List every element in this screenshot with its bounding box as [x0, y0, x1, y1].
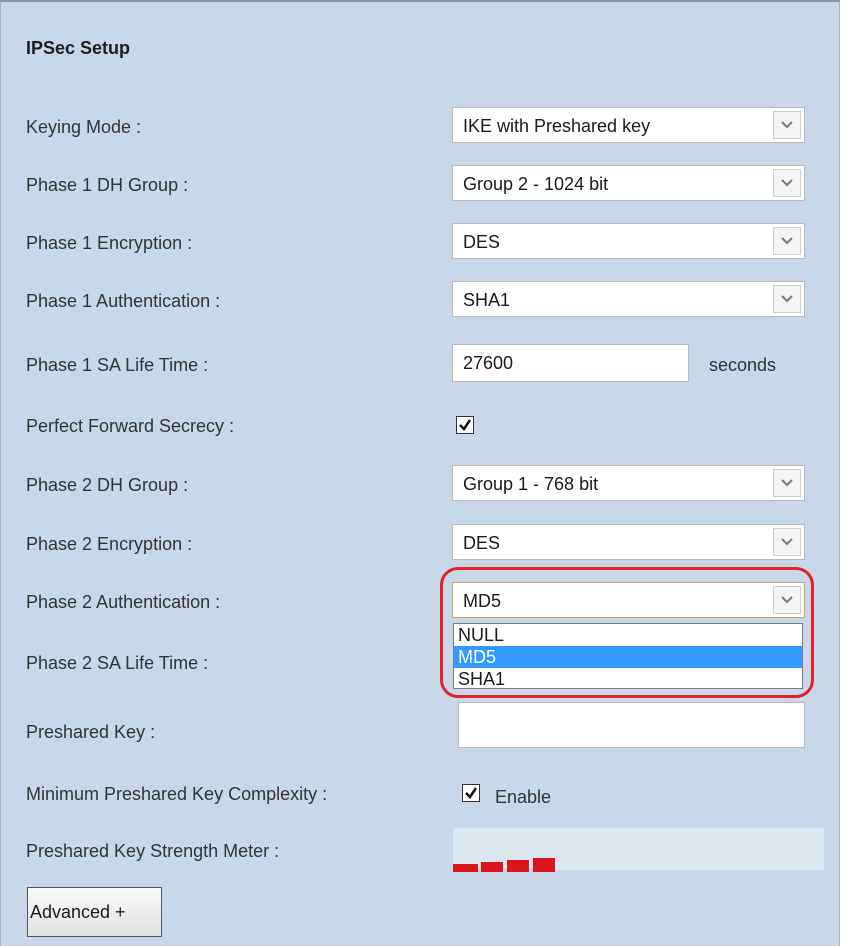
meter-segment-1	[453, 864, 478, 872]
chevron-down-icon[interactable]	[773, 285, 801, 313]
phase1-authentication-select[interactable]: SHA1	[452, 281, 805, 317]
phase1-dh-group-label: Phase 1 DH Group :	[26, 175, 189, 195]
phase1-authentication-value: SHA1	[463, 290, 511, 310]
phase1-sa-life-time-value: 27600	[463, 353, 514, 373]
chevron-down-icon[interactable]	[773, 111, 801, 139]
pfs-label: Perfect Forward Secrecy :	[26, 416, 235, 436]
phase1-dh-group-select[interactable]: Group 2 - 1024 bit	[452, 165, 805, 201]
phase1-encryption-label: Phase 1 Encryption :	[26, 233, 193, 253]
phase1-encryption-value: DES	[463, 232, 501, 252]
keying-mode-select[interactable]: IKE with Preshared key	[452, 107, 805, 143]
phase2-encryption-value: DES	[463, 533, 501, 553]
phase1-dh-group-value: Group 2 - 1024 bit	[463, 174, 609, 194]
phase2-authentication-label: Phase 2 Authentication :	[26, 592, 221, 612]
phase1-authentication-label: Phase 1 Authentication :	[26, 291, 221, 311]
meter-segment-2	[481, 862, 503, 872]
check-icon	[459, 419, 472, 431]
phase2-authentication-options: NULL MD5 SHA1	[453, 623, 803, 689]
chevron-down-icon[interactable]	[773, 528, 801, 556]
phase1-encryption-select[interactable]: DES	[452, 223, 805, 259]
phase2-dh-group-label: Phase 2 DH Group :	[26, 475, 189, 495]
min-complexity-checkbox[interactable]	[462, 784, 480, 802]
phase2-dh-group-value: Group 1 - 768 bit	[463, 474, 599, 494]
chevron-down-icon[interactable]	[773, 586, 801, 614]
enable-label: Enable	[495, 787, 552, 807]
check-icon	[465, 787, 478, 799]
preshared-key-input[interactable]	[458, 702, 805, 748]
phase2-authentication-select[interactable]: MD5	[452, 582, 805, 618]
option-sha1[interactable]: SHA1	[454, 668, 802, 690]
min-complexity-label: Minimum Preshared Key Complexity :	[26, 784, 328, 804]
phase1-sa-life-time-input[interactable]: 27600	[452, 344, 689, 382]
section-title: IPSec Setup	[26, 38, 131, 58]
phase2-encryption-select[interactable]: DES	[452, 524, 805, 560]
keying-mode-label: Keying Mode :	[26, 117, 142, 137]
phase1-sa-life-time-label: Phase 1 SA Life Time :	[26, 355, 209, 375]
phase2-sa-life-time-label: Phase 2 SA Life Time :	[26, 653, 209, 673]
chevron-down-icon[interactable]	[773, 227, 801, 255]
meter-segment-3	[507, 860, 529, 872]
phase2-encryption-label: Phase 2 Encryption :	[26, 534, 193, 554]
preshared-key-label: Preshared Key :	[26, 722, 156, 742]
phase2-authentication-value: MD5	[463, 591, 502, 611]
chevron-down-icon[interactable]	[773, 169, 801, 197]
phase2-dh-group-select[interactable]: Group 1 - 768 bit	[452, 465, 805, 501]
ipsec-setup-panel: IPSec Setup Keying Mode : IKE with Presh…	[0, 0, 840, 946]
strength-meter	[453, 828, 824, 872]
chevron-down-icon[interactable]	[773, 469, 801, 497]
keying-mode-value: IKE with Preshared key	[463, 116, 651, 136]
advanced-button[interactable]: Advanced +	[27, 887, 162, 937]
strength-meter-label: Preshared Key Strength Meter :	[26, 841, 280, 861]
pfs-checkbox[interactable]	[456, 416, 474, 434]
option-md5[interactable]: MD5	[454, 646, 802, 668]
meter-segment-4	[533, 858, 555, 872]
seconds-unit-label: seconds	[709, 355, 777, 375]
option-null[interactable]: NULL	[454, 624, 802, 646]
